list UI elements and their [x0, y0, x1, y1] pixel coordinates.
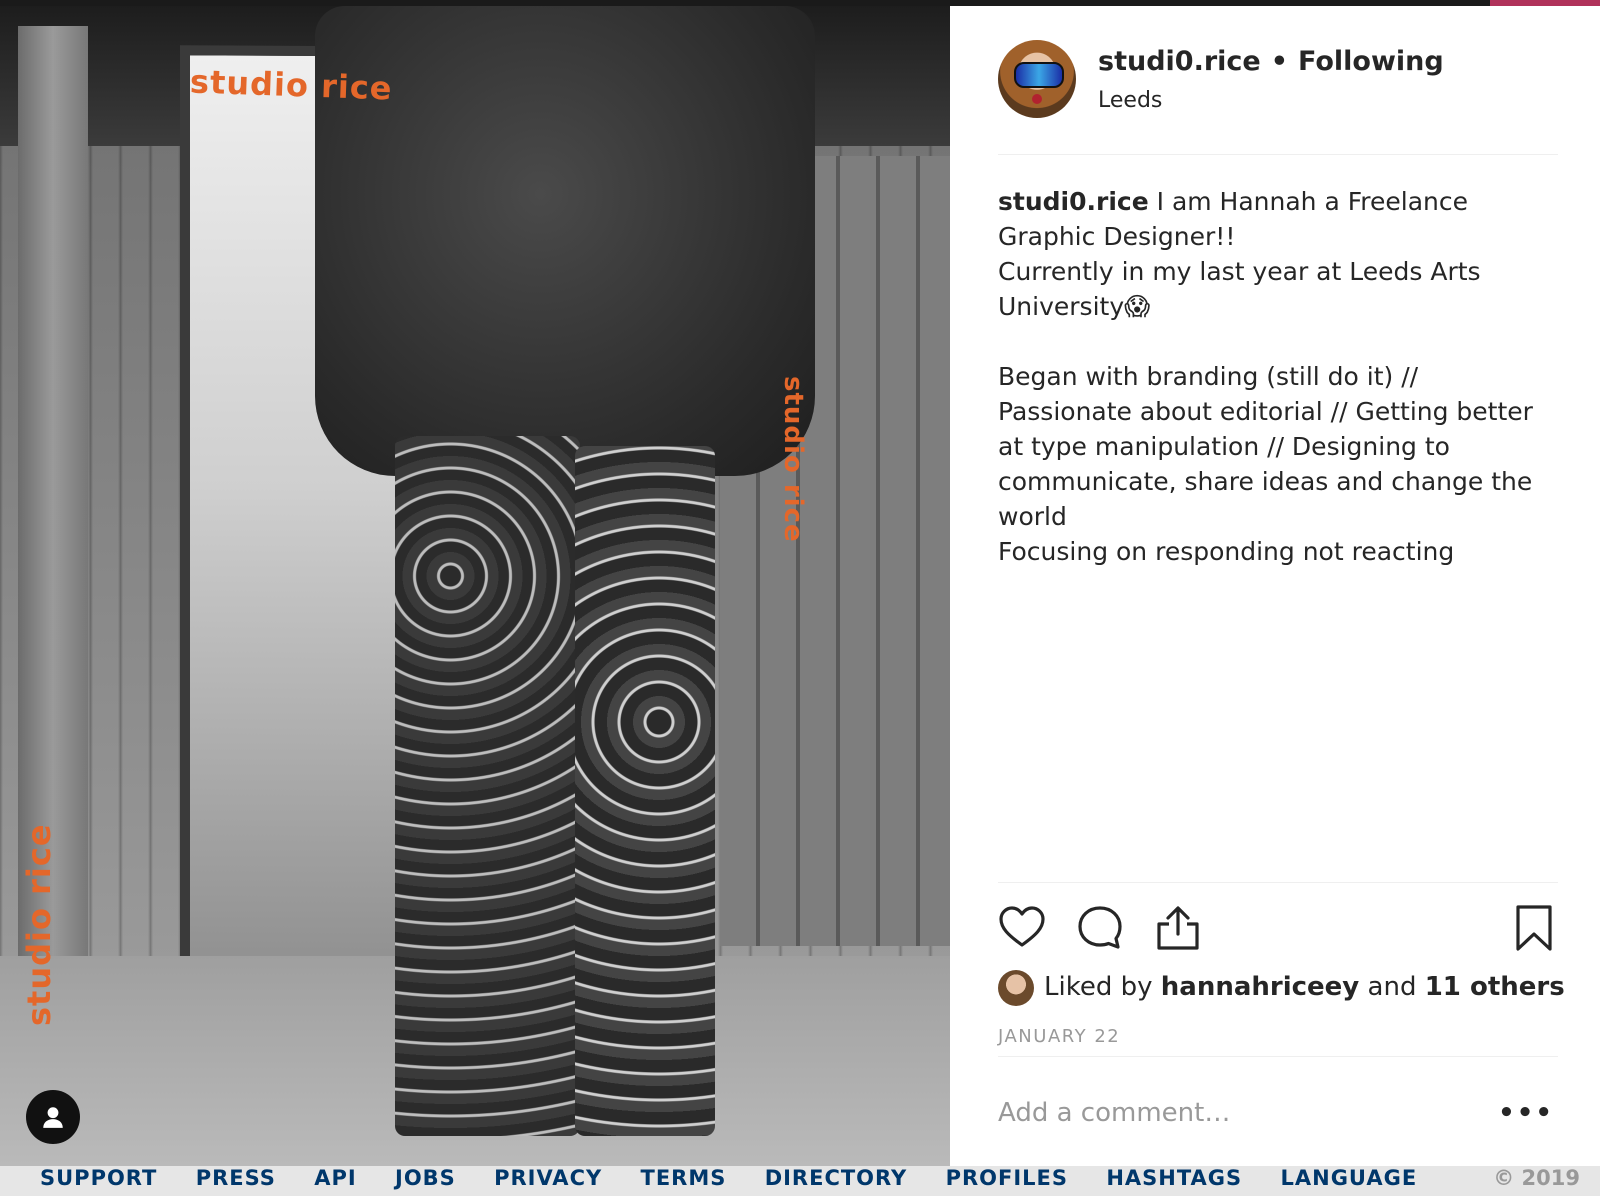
caption-line: Began with branding (still do it) // Pas… [998, 362, 1533, 531]
avatar[interactable] [998, 40, 1076, 118]
post-caption: studi0.rice I am Hannah a Freelance Grap… [998, 184, 1558, 569]
comment-divider [998, 1056, 1558, 1057]
post-header: studi0.rice • Following Leeds [998, 40, 1558, 122]
location-link[interactable]: Leeds [1098, 88, 1162, 113]
save-button[interactable] [1510, 904, 1558, 952]
tagged-user-button[interactable] [26, 1090, 80, 1144]
footer-link-press[interactable]: PRESS [196, 1166, 276, 1190]
follow-button[interactable]: Following [1298, 46, 1444, 77]
caption-line: Focusing on responding not reacting [998, 537, 1455, 566]
image-trouser-left [395, 436, 580, 1136]
footer-links: SUPPORT PRESS API JOBS PRIVACY TERMS DIR… [40, 1166, 1447, 1190]
avatar-goggles [1014, 62, 1064, 88]
share-button[interactable] [1154, 904, 1202, 952]
image-trouser-right [575, 446, 715, 1136]
more-options-button[interactable]: ••• [1498, 1098, 1554, 1128]
likes-others-link[interactable]: 11 others [1425, 972, 1565, 1002]
image-brand-text-left: studio rice [20, 823, 58, 1026]
footer-link-profiles[interactable]: PROFILES [946, 1166, 1068, 1190]
likes-text: Liked by hannahriceey and 11 others [1044, 972, 1565, 1002]
footer-link-directory[interactable]: DIRECTORY [765, 1166, 908, 1190]
caption-line: studi0.rice I am Hannah a Freelance Grap… [998, 184, 1558, 254]
image-brand-text-right-label: studio rice [778, 376, 808, 543]
caption-username-link[interactable]: studi0.rice [998, 187, 1149, 216]
likes-prefix: Liked by [1044, 972, 1161, 1002]
liker-avatar[interactable] [998, 970, 1034, 1006]
user-icon [43, 1107, 63, 1128]
header-user-line: studi0.rice • Following [1098, 46, 1444, 77]
post-actions [998, 904, 1558, 960]
avatar-mouth [1032, 94, 1042, 104]
comment-button[interactable] [1076, 904, 1124, 952]
comment-row: ••• [998, 1090, 1558, 1136]
footer-copyright: © 2019 [1493, 1166, 1580, 1190]
footer-link-support[interactable]: SUPPORT [40, 1166, 157, 1190]
header-separator: • [1270, 46, 1288, 77]
footer-link-privacy[interactable]: PRIVACY [494, 1166, 602, 1190]
footer-link-jobs[interactable]: JOBS [395, 1166, 456, 1190]
comment-input[interactable] [998, 1090, 1478, 1136]
footer-link-terms[interactable]: TERMS [641, 1166, 727, 1190]
heart-icon [999, 906, 1045, 947]
header-divider [998, 154, 1558, 155]
footer-link-language[interactable]: LANGUAGE [1280, 1166, 1417, 1190]
comment-icon [1078, 906, 1122, 949]
image-brand-text-top: studio rice [189, 62, 394, 108]
likes-summary: Liked by hannahriceey and 11 others [998, 968, 1565, 1008]
likes-middle: and [1359, 972, 1425, 1002]
page-footer: SUPPORT PRESS API JOBS PRIVACY TERMS DIR… [0, 1166, 1600, 1196]
post-sidebar: studi0.rice • Following Leeds studi0.rice … [950, 6, 1600, 1190]
footer-link-api[interactable]: API [314, 1166, 356, 1190]
footer-link-hashtags[interactable]: HASHTAGS [1106, 1166, 1242, 1190]
like-button[interactable] [998, 904, 1046, 952]
post-date[interactable]: JANUARY 22 [998, 1026, 1120, 1047]
post-image[interactable]: studio rice studio rice studio rice [0, 6, 950, 1190]
liker-username-link[interactable]: hannahriceey [1161, 972, 1360, 1002]
username-link[interactable]: studi0.rice [1098, 46, 1261, 77]
share-icon [1157, 906, 1199, 950]
post-modal: studio rice studio rice studio rice stud… [0, 6, 1600, 1190]
bookmark-icon [1516, 905, 1552, 951]
actions-divider [998, 882, 1558, 883]
caption-line: Currently in my last year at Leeds Arts … [998, 257, 1481, 321]
